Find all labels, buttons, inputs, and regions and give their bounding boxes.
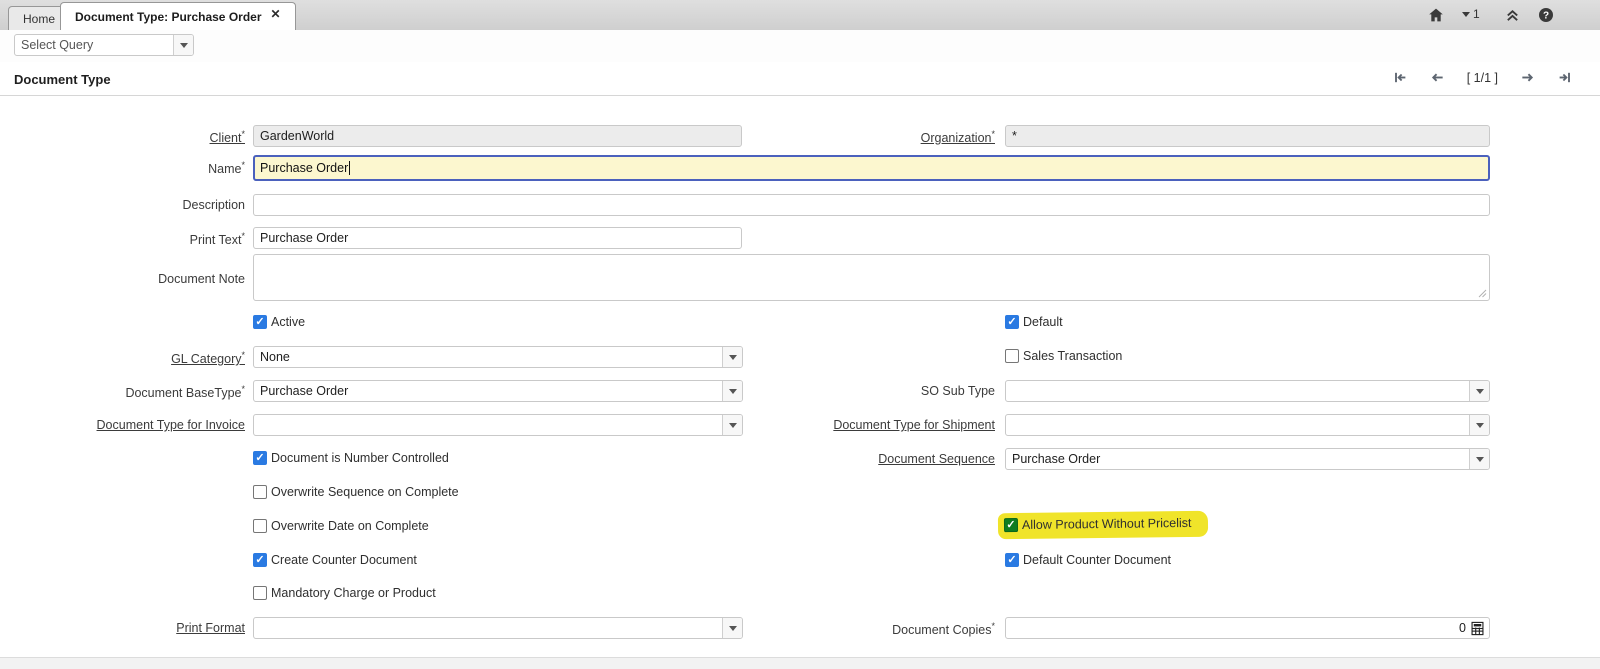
document-basetype-label: Document BaseType* — [0, 384, 245, 400]
print-format-dropdown-button[interactable] — [722, 618, 742, 638]
name-field[interactable]: Purchase Order — [253, 155, 1490, 181]
overwrite-sequence-checkbox-row: Overwrite Sequence on Complete — [253, 485, 459, 499]
record-position: [ 1/1 ] — [1467, 71, 1498, 85]
print-format-label[interactable]: Print Format — [0, 621, 245, 635]
description-field[interactable] — [253, 194, 1490, 216]
close-icon[interactable]: ✕ — [271, 8, 281, 20]
allow-product-without-pricelist-label: Allow Product Without Pricelist — [1022, 516, 1192, 532]
previous-record-icon[interactable] — [1430, 70, 1445, 85]
help-icon[interactable]: ? — [1538, 7, 1554, 23]
toolbar: Select Query — [0, 30, 1600, 62]
caret-down-icon — [1462, 12, 1470, 17]
first-record-icon[interactable] — [1393, 70, 1408, 85]
active-checkbox[interactable] — [253, 315, 267, 329]
document-type-for-invoice-combo[interactable] — [253, 414, 743, 436]
so-sub-type-combo[interactable] — [1005, 380, 1490, 402]
default-label: Default — [1023, 315, 1063, 329]
document-type-for-invoice-label[interactable]: Document Type for Invoice — [0, 418, 245, 432]
calculator-icon[interactable] — [1470, 621, 1485, 636]
form-area: Client* Organization* Name* Purchase Ord… — [0, 96, 1600, 657]
name-label: Name* — [0, 160, 245, 176]
document-type-for-invoice-dropdown-button[interactable] — [722, 415, 742, 435]
overwrite-date-checkbox-row: Overwrite Date on Complete — [253, 519, 429, 533]
document-note-label: Document Note — [0, 272, 245, 286]
document-note-field[interactable] — [253, 254, 1490, 301]
text-cursor — [349, 161, 350, 175]
document-copies-field[interactable]: 0 — [1005, 617, 1490, 639]
document-copies-label: Document Copies* — [750, 621, 995, 637]
create-counter-document-checkbox-row: Create Counter Document — [253, 553, 417, 567]
document-is-number-controlled-checkbox[interactable] — [253, 451, 267, 465]
overwrite-sequence-on-complete-checkbox[interactable] — [253, 485, 267, 499]
default-checkbox[interactable] — [1005, 315, 1019, 329]
client-label[interactable]: Client* — [0, 129, 245, 145]
gl-category-combo[interactable]: None — [253, 346, 743, 368]
document-type-for-shipment-combo[interactable] — [1005, 414, 1490, 436]
default-checkbox-row: Default — [1005, 315, 1063, 329]
record-navigation: [ 1/1 ] — [1393, 70, 1572, 85]
tab-home-label: Home — [23, 12, 55, 26]
organization-field[interactable] — [1005, 125, 1490, 147]
gl-category-dropdown-button[interactable] — [722, 347, 742, 367]
so-sub-type-label: SO Sub Type — [750, 384, 995, 398]
document-sequence-label[interactable]: Document Sequence — [750, 452, 995, 466]
sales-transaction-label: Sales Transaction — [1023, 349, 1122, 363]
overwrite-date-on-complete-checkbox[interactable] — [253, 519, 267, 533]
print-format-combo[interactable] — [253, 617, 743, 639]
print-text-field[interactable] — [253, 227, 742, 249]
select-query-dropdown-button[interactable] — [173, 35, 193, 55]
print-text-label: Print Text* — [0, 231, 245, 247]
select-query-combo[interactable]: Select Query — [14, 34, 194, 56]
create-counter-document-checkbox[interactable] — [253, 553, 267, 567]
sales-transaction-checkbox[interactable] — [1005, 349, 1019, 363]
select-query-placeholder: Select Query — [15, 35, 173, 55]
tab-document-type-label: Document Type: Purchase Order — [75, 10, 262, 24]
document-sequence-dropdown-button[interactable] — [1469, 449, 1489, 469]
workspace-switcher[interactable]: 1 — [1462, 7, 1480, 21]
document-type-for-shipment-dropdown-button[interactable] — [1469, 415, 1489, 435]
overwrite-date-on-complete-label: Overwrite Date on Complete — [271, 519, 429, 533]
document-is-number-controlled-checkbox-row: Document is Number Controlled — [253, 451, 449, 465]
next-record-icon[interactable] — [1520, 70, 1535, 85]
document-sequence-combo[interactable]: Purchase Order — [1005, 448, 1490, 470]
document-type-for-shipment-label[interactable]: Document Type for Shipment — [750, 418, 995, 432]
overwrite-sequence-on-complete-label: Overwrite Sequence on Complete — [271, 485, 459, 499]
default-counter-document-label: Default Counter Document — [1023, 553, 1171, 567]
document-type-window: Home Document Type: Purchase Order ✕ 1 ?… — [0, 0, 1600, 669]
status-strip — [0, 657, 1600, 669]
active-checkbox-row: Active — [253, 315, 305, 329]
default-counter-document-checkbox-row: Default Counter Document — [1005, 553, 1171, 567]
tab-header: Document Type [ 1/1 ] — [0, 62, 1600, 96]
create-counter-document-label: Create Counter Document — [271, 553, 417, 567]
tab-bar: Home Document Type: Purchase Order ✕ 1 ? — [0, 0, 1600, 30]
gl-category-label[interactable]: GL Category* — [0, 350, 245, 366]
organization-label[interactable]: Organization* — [750, 129, 995, 145]
tab-document-type[interactable]: Document Type: Purchase Order ✕ — [60, 2, 296, 30]
page-title: Document Type — [14, 72, 111, 87]
home-icon[interactable] — [1428, 7, 1444, 23]
svg-text:?: ? — [1543, 11, 1549, 22]
document-basetype-dropdown-button[interactable] — [722, 381, 742, 401]
workspace-number: 1 — [1473, 7, 1480, 21]
mandatory-charge-or-product-label: Mandatory Charge or Product — [271, 586, 436, 600]
resize-handle-icon[interactable] — [1478, 289, 1487, 298]
description-label: Description — [0, 198, 245, 212]
default-counter-document-checkbox[interactable] — [1005, 553, 1019, 567]
allow-product-without-pricelist-checkbox[interactable] — [1004, 518, 1018, 532]
sales-transaction-checkbox-row: Sales Transaction — [1005, 349, 1122, 363]
last-record-icon[interactable] — [1557, 70, 1572, 85]
allow-product-without-pricelist-highlight: Allow Product Without Pricelist — [998, 511, 1208, 540]
document-is-number-controlled-label: Document is Number Controlled — [271, 451, 449, 465]
mandatory-charge-or-product-checkbox[interactable] — [253, 586, 267, 600]
so-sub-type-dropdown-button[interactable] — [1469, 381, 1489, 401]
mandatory-charge-checkbox-row: Mandatory Charge or Product — [253, 586, 436, 600]
collapse-all-icon[interactable] — [1505, 7, 1520, 23]
client-field[interactable] — [253, 125, 742, 147]
active-label: Active — [271, 315, 305, 329]
document-basetype-combo[interactable]: Purchase Order — [253, 380, 743, 402]
document-copies-value: 0 — [1459, 621, 1466, 635]
